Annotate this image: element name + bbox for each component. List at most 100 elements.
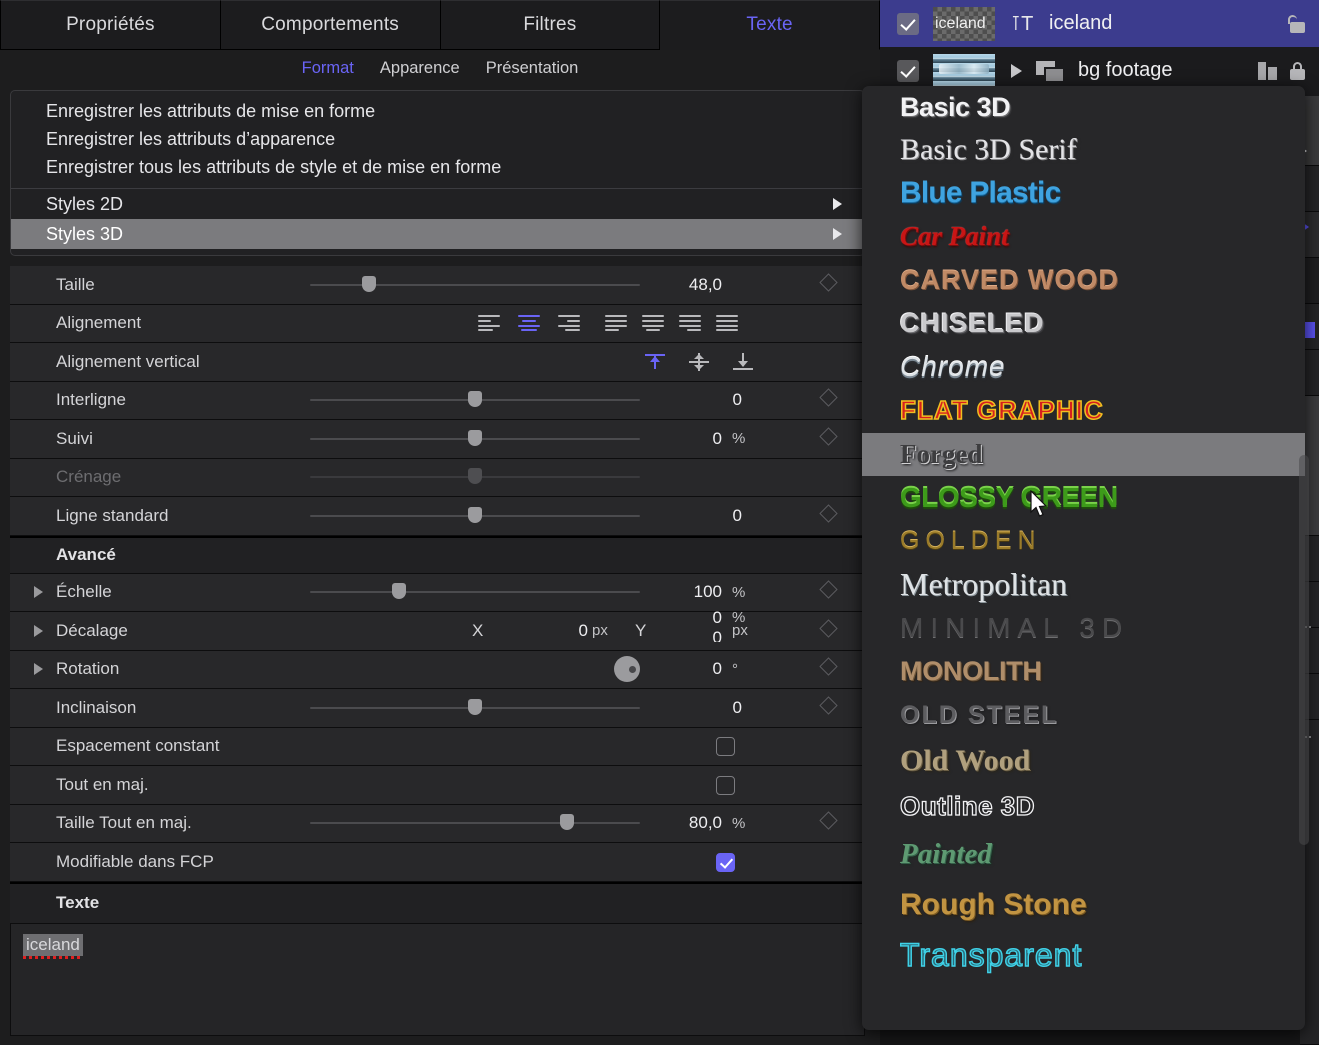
style-item-rough-stone[interactable]: Rough Stone: [862, 881, 1305, 929]
justify-right-icon[interactable]: [679, 315, 701, 332]
keyframe-diamond-icon[interactable]: [819, 657, 838, 676]
keyframe-diamond-icon[interactable]: [819, 696, 838, 715]
slider-knob[interactable]: [560, 814, 575, 831]
keyframe-diamond-icon[interactable]: [819, 811, 838, 830]
param-row-alignement[interactable]: Alignement: [10, 304, 865, 343]
style-item-painted[interactable]: Painted: [862, 829, 1305, 881]
echelle-slider[interactable]: [310, 583, 640, 600]
decalage-y-value[interactable]: 0: [670, 628, 722, 642]
align-center-icon[interactable]: [518, 315, 540, 332]
slider-knob[interactable]: [468, 429, 482, 446]
text-content-input[interactable]: iceland: [10, 923, 865, 1036]
suivi-value[interactable]: 0: [610, 429, 722, 449]
style-item-blue-plastic[interactable]: Blue Plastic: [862, 172, 1305, 216]
suivi-slider[interactable]: [310, 429, 640, 446]
layer-visibility-checkbox[interactable]: [897, 12, 919, 35]
layer-mask-icon[interactable]: [1258, 61, 1277, 80]
layer-name[interactable]: bg footage: [1078, 59, 1173, 82]
layer-row-iceland[interactable]: iceland ⊺T iceland: [880, 0, 1319, 47]
param-row-interligne[interactable]: Interligne 0: [10, 381, 865, 420]
disclosure-triangle-icon[interactable]: [34, 586, 43, 599]
espacement-constant-checkbox[interactable]: [716, 737, 735, 757]
tout-en-maj-checkbox[interactable]: [716, 775, 735, 795]
slider-knob[interactable]: [468, 506, 482, 523]
interligne-value[interactable]: 0: [630, 390, 742, 410]
param-row-taille-tout-en-maj[interactable]: Taille Tout en maj. 80,0 %: [10, 804, 865, 843]
modifiable-dans-fcp-checkbox[interactable]: [716, 852, 735, 872]
menu-item-styles-3d[interactable]: Styles 3D: [11, 219, 864, 249]
text-content-value[interactable]: iceland: [23, 933, 83, 959]
style-item-chiseled[interactable]: CHISELED: [862, 302, 1305, 346]
keyframe-diamond-icon[interactable]: [819, 273, 838, 292]
interligne-slider[interactable]: [310, 391, 640, 408]
style-item-chrome[interactable]: Chrome: [862, 346, 1305, 390]
style-item-carved-wood[interactable]: CARVED WOOD: [862, 259, 1305, 303]
style-item-outline-3d[interactable]: Outline 3D: [862, 785, 1305, 829]
disclosure-triangle-icon[interactable]: [1011, 63, 1022, 78]
disclosure-triangle-icon[interactable]: [34, 624, 43, 637]
taille-tout-en-maj-value[interactable]: 80,0: [610, 813, 722, 833]
tab-comportements[interactable]: Comportements: [220, 0, 441, 50]
align-left-icon[interactable]: [478, 315, 500, 332]
style-item-metropolitan[interactable]: Metropolitan: [862, 563, 1305, 607]
param-row-suivi[interactable]: Suivi 0 %: [10, 420, 865, 459]
style-item-forged[interactable]: Forged: [862, 432, 1305, 476]
param-row-decalage[interactable]: Décalage 0 % X 0 px Y 0 px: [10, 608, 865, 651]
taille-tout-en-maj-slider[interactable]: [310, 814, 640, 831]
style-item-glossy-green[interactable]: GLOSSY GREEN: [862, 476, 1305, 520]
rotation-dial[interactable]: [614, 656, 640, 683]
valign-top-icon[interactable]: [645, 352, 665, 372]
justify-full-icon[interactable]: [716, 315, 738, 332]
layer-name[interactable]: iceland: [1049, 12, 1112, 35]
menu-item-save-appearance-attributes[interactable]: Enregistrer les attributs d’apparence: [11, 125, 864, 153]
justify-center-icon[interactable]: [642, 315, 664, 332]
justify-left-icon[interactable]: [605, 315, 627, 332]
decalage-x-value[interactable]: 0: [530, 621, 588, 641]
tab-filtres[interactable]: Filtres: [440, 0, 661, 50]
style-item-flat-graphic[interactable]: FLAT GRAPHIC: [862, 389, 1305, 433]
inclinaison-value[interactable]: 0: [630, 698, 742, 718]
taille-slider[interactable]: [310, 275, 640, 292]
slider-knob[interactable]: [468, 698, 482, 715]
subtab-presentation[interactable]: Présentation: [486, 59, 579, 78]
keyframe-diamond-icon[interactable]: [819, 619, 838, 638]
style-item-golden[interactable]: GOLDEN: [862, 520, 1305, 564]
slider-knob[interactable]: [392, 583, 407, 600]
style-item-basic-3d[interactable]: Basic 3D: [862, 86, 1305, 128]
style-item-transparent[interactable]: Transparent: [862, 929, 1305, 983]
valign-middle-icon[interactable]: [689, 352, 709, 372]
keyframe-diamond-icon[interactable]: [819, 388, 838, 407]
param-row-inclinaison[interactable]: Inclinaison 0: [10, 689, 865, 728]
ligne-standard-value[interactable]: 0: [630, 506, 742, 526]
param-row-rotation[interactable]: Rotation 0 °: [10, 650, 865, 689]
valign-bottom-icon[interactable]: [733, 352, 753, 372]
disclosure-triangle-icon[interactable]: [34, 663, 43, 676]
menu-item-styles-2d[interactable]: Styles 2D: [11, 189, 864, 219]
align-right-icon[interactable]: [558, 315, 580, 332]
rotation-value[interactable]: 0: [660, 659, 722, 679]
keyframe-diamond-icon[interactable]: [819, 580, 838, 599]
keyframe-diamond-icon[interactable]: [819, 427, 838, 446]
param-row-espacement-constant[interactable]: Espacement constant: [10, 727, 865, 766]
lock-icon[interactable]: [1290, 61, 1305, 80]
subtab-format[interactable]: Format: [302, 59, 354, 78]
inclinaison-slider[interactable]: [310, 698, 640, 715]
keyframe-diamond-icon[interactable]: [819, 504, 838, 523]
styles-popup-scrollbar[interactable]: [1299, 455, 1309, 845]
style-item-basic-3d-serif[interactable]: Basic 3D Serif: [862, 128, 1305, 172]
param-row-taille[interactable]: Taille 48,0: [10, 266, 865, 305]
tab-proprietes[interactable]: Propriétés: [0, 0, 221, 50]
param-row-echelle[interactable]: Échelle 100 %: [10, 573, 865, 612]
param-row-tout-en-maj[interactable]: Tout en maj.: [10, 766, 865, 805]
param-row-alignement-vertical[interactable]: Alignement vertical: [10, 343, 865, 382]
taille-value[interactable]: 48,0: [610, 275, 722, 295]
style-item-old-wood[interactable]: Old Wood: [862, 737, 1305, 785]
menu-item-save-all-attributes[interactable]: Enregistrer tous les attributs de style …: [11, 153, 864, 181]
style-item-car-paint[interactable]: Car Paint: [862, 215, 1305, 259]
tab-texte[interactable]: Texte: [660, 0, 880, 50]
slider-knob[interactable]: [468, 391, 482, 408]
param-row-modifiable-dans-fcp[interactable]: Modifiable dans FCP: [10, 843, 865, 882]
style-item-old-steel[interactable]: OLD STEEL: [862, 694, 1305, 738]
unlock-icon[interactable]: [1288, 14, 1305, 33]
menu-item-save-format-attributes[interactable]: Enregistrer les attributs de mise en for…: [11, 97, 864, 125]
